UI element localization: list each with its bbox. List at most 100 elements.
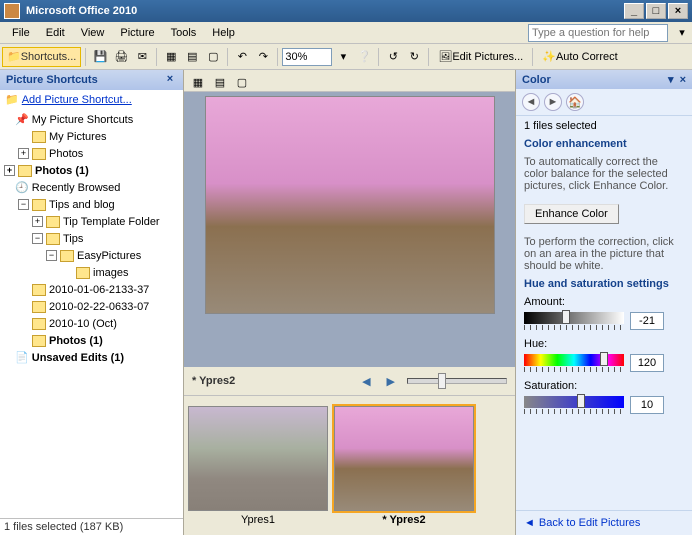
thumbnail-2[interactable]: * Ypres2 [334, 406, 474, 526]
separator [156, 48, 157, 66]
menu-view[interactable]: View [73, 25, 113, 41]
menu-picture[interactable]: Picture [112, 25, 162, 41]
collapse-icon[interactable]: − [18, 199, 29, 210]
expand-icon[interactable]: + [18, 148, 29, 159]
filmstrip-icon[interactable]: ▤ [182, 47, 202, 67]
collapse-icon[interactable]: − [32, 233, 43, 244]
rotate-right-icon[interactable]: ↻ [404, 47, 424, 67]
selection-status: 1 files selected [516, 116, 692, 136]
saturation-value[interactable]: 10 [630, 396, 664, 414]
panel-close-icon[interactable]: × [680, 74, 686, 86]
collapse-icon[interactable]: − [46, 250, 57, 261]
view-filmstrip-icon[interactable]: ▤ [210, 72, 230, 92]
zoom-dropdown-icon[interactable]: ▾ [333, 47, 353, 67]
tree-my-pictures[interactable]: My Pictures [2, 128, 181, 145]
help-icon[interactable]: ❔ [354, 47, 374, 67]
amount-value[interactable]: -21 [630, 312, 664, 330]
shortcuts-group-icon: 📌 [15, 113, 29, 126]
tree-date-2[interactable]: 2010-02-22-0633-07 [2, 298, 181, 315]
view-thumbs-icon[interactable]: ▦ [188, 72, 208, 92]
auto-correct-button[interactable]: ✨ Auto Correct [537, 47, 622, 67]
zoom-thumb[interactable] [438, 373, 446, 389]
filmstrip: Ypres1 * Ypres2 [184, 395, 515, 535]
print-button[interactable]: 🖨 [111, 47, 131, 67]
next-image-button[interactable]: ▶ [383, 375, 399, 388]
thumbnails-icon[interactable]: ▦ [161, 47, 181, 67]
slider-thumb[interactable] [600, 352, 608, 366]
zoom-box[interactable]: 30% [282, 48, 332, 66]
undo-button[interactable]: ↶ [232, 47, 252, 67]
close-button[interactable]: × [668, 3, 688, 19]
tree-date-3[interactable]: 2010-10 (Oct) [2, 315, 181, 332]
sidebar-close-icon[interactable]: × [163, 73, 177, 87]
tree-photos[interactable]: +Photos [2, 145, 181, 162]
redo-button[interactable]: ↷ [253, 47, 273, 67]
auto-correct-label: Auto Correct [556, 51, 618, 63]
menu-tools[interactable]: Tools [163, 25, 205, 41]
single-icon[interactable]: ▢ [203, 47, 223, 67]
thumbnail-1[interactable]: Ypres1 [188, 406, 328, 526]
folder-icon [32, 318, 46, 330]
sidebar-status: 1 files selected (187 KB) [0, 518, 183, 535]
menu-file[interactable]: File [4, 25, 38, 41]
thumb-caption: * Ypres2 [334, 514, 474, 526]
thumb-image [334, 406, 474, 511]
tree-images[interactable]: images [2, 264, 181, 281]
enhancement-desc: To automatically correct the color balan… [516, 152, 692, 196]
back-to-edit-link[interactable]: ◄ Back to Edit Pictures [516, 510, 692, 535]
separator [227, 48, 228, 66]
panel-dropdown-icon[interactable]: ▾ [668, 73, 674, 86]
slider-thumb[interactable] [577, 394, 585, 408]
prev-image-button[interactable]: ◀ [358, 375, 374, 388]
folder-icon [60, 250, 74, 262]
forward-icon[interactable]: ► [544, 93, 562, 111]
tree-easypictures[interactable]: −EasyPictures [2, 247, 181, 264]
rotate-left-icon[interactable]: ↺ [383, 47, 403, 67]
tree-date-1[interactable]: 2010-01-06-2133-37 [2, 281, 181, 298]
preview-image[interactable] [205, 96, 495, 314]
zoom-slider[interactable] [407, 378, 507, 384]
menu-help[interactable]: Help [204, 25, 243, 41]
folder-icon [46, 216, 60, 228]
shortcuts-button[interactable]: 📁 Shortcuts... [2, 47, 81, 67]
back-label: Back to Edit Pictures [539, 517, 641, 529]
hue-slider[interactable] [524, 354, 624, 372]
mail-button[interactable]: ✉ [132, 47, 152, 67]
help-dropdown-icon[interactable]: ▾ [672, 23, 692, 43]
enhance-color-button[interactable]: Enhance Color [524, 204, 619, 224]
sidebar-title: Picture Shortcuts [6, 74, 98, 86]
menu-edit[interactable]: Edit [38, 25, 73, 41]
hue-value[interactable]: 120 [630, 354, 664, 372]
folder-icon [32, 148, 46, 160]
maximize-button[interactable]: □ [646, 3, 666, 19]
thumb-caption: Ypres1 [188, 514, 328, 526]
separator [378, 48, 379, 66]
saturation-slider[interactable] [524, 396, 624, 414]
back-icon[interactable]: ◄ [522, 93, 540, 111]
slider-thumb[interactable] [562, 310, 570, 324]
tree-tips-blog[interactable]: −Tips and blog [2, 196, 181, 213]
panel-nav: ◄ ► 🏠 [516, 89, 692, 116]
tree-my-shortcuts[interactable]: 📌 My Picture Shortcuts [2, 111, 181, 128]
recent-icon: 🕘 [15, 181, 29, 194]
sidebar: Picture Shortcuts × 📁 Add Picture Shortc… [0, 70, 184, 535]
tree-photos-1b[interactable]: Photos (1) [2, 332, 181, 349]
save-button[interactable]: 💾 [90, 47, 110, 67]
tree-tips[interactable]: −Tips [2, 230, 181, 247]
view-single-icon[interactable]: ▢ [232, 72, 252, 92]
edit-pictures-button[interactable]: 🖼 Edit Pictures... [433, 47, 528, 67]
home-icon[interactable]: 🏠 [566, 93, 584, 111]
minimize-button[interactable]: _ [624, 3, 644, 19]
expand-icon[interactable]: + [32, 216, 43, 227]
amount-slider[interactable] [524, 312, 624, 330]
tree-recently-browsed[interactable]: 🕘 Recently Browsed [2, 179, 181, 196]
tree-photos-1[interactable]: +Photos (1) [2, 162, 181, 179]
back-arrow-icon: ◄ [524, 517, 535, 529]
toolbar: 📁 Shortcuts... 💾 🖨 ✉ ▦ ▤ ▢ ↶ ↷ 30% ▾ ❔ ↺… [0, 44, 692, 70]
expand-icon[interactable]: + [4, 165, 15, 176]
help-input[interactable] [528, 24, 668, 42]
saturation-row: Saturation: 10 [516, 376, 692, 418]
tree-unsaved-edits[interactable]: 📄 Unsaved Edits (1) [2, 349, 181, 366]
tree-tip-template[interactable]: +Tip Template Folder [2, 213, 181, 230]
add-shortcut-link[interactable]: Add Picture Shortcut... [22, 94, 132, 106]
